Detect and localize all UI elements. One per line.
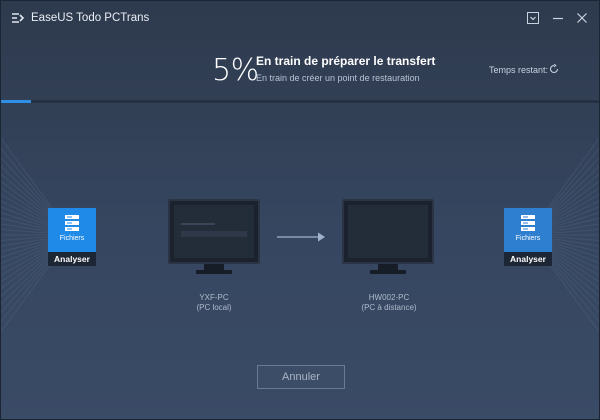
app-window: EaseUS Todo PCTrans 5% En train de prépa…	[0, 0, 600, 420]
progress-bar-fill	[1, 100, 31, 103]
loading-spinner-icon	[549, 64, 559, 74]
app-title: EaseUS Todo PCTrans	[31, 12, 150, 24]
target-pc-screen-content	[348, 205, 428, 258]
progress-subtitle: En train de créer un point de restaurati…	[256, 73, 420, 83]
source-pc-name: YXF-PC	[199, 293, 229, 302]
target-files-label: Fichiers	[515, 235, 541, 242]
source-files-card[interactable]: Fichiers Analyser	[48, 208, 96, 266]
cancel-button[interactable]: Annuler	[257, 365, 345, 389]
minimize-button[interactable]	[550, 10, 566, 26]
source-screen-window-icon	[181, 223, 247, 237]
files-server-icon	[521, 215, 535, 231]
easeus-logo-icon	[12, 13, 25, 23]
source-pc-screen-content	[174, 205, 254, 258]
source-pc-monitor	[168, 199, 260, 277]
target-pc-name: HW002-PC	[368, 293, 410, 302]
close-button[interactable]	[574, 10, 590, 26]
source-analyze-button[interactable]: Analyser	[48, 252, 96, 266]
dropdown-menu-button[interactable]	[525, 10, 541, 26]
title-bar: EaseUS Todo PCTrans	[1, 1, 599, 35]
source-pc-screen	[168, 199, 260, 264]
progress-title: En train de préparer le transfert	[256, 54, 436, 68]
source-files-label: Fichiers	[59, 235, 85, 242]
files-server-icon	[65, 215, 79, 231]
dropdown-menu-icon	[527, 12, 539, 24]
target-files-tile: Fichiers	[504, 208, 552, 252]
source-pc-role: (PC local)	[196, 303, 232, 312]
time-remaining-label: Temps restant:	[489, 65, 549, 75]
target-files-card[interactable]: Fichiers Analyser	[504, 208, 552, 266]
monitor-base	[370, 270, 406, 274]
transfer-arrow-icon	[277, 232, 325, 242]
progress-bar	[1, 100, 599, 103]
close-icon	[577, 13, 587, 23]
target-pc-monitor	[342, 199, 434, 277]
source-files-tile: Fichiers	[48, 208, 96, 252]
target-pc-screen	[342, 199, 434, 264]
minimize-icon	[553, 17, 563, 20]
progress-percent: 5%	[212, 53, 259, 88]
monitor-base	[196, 270, 232, 274]
target-analyze-button[interactable]: Analyser	[504, 252, 552, 266]
target-pc-role: (PC à distance)	[361, 303, 417, 312]
